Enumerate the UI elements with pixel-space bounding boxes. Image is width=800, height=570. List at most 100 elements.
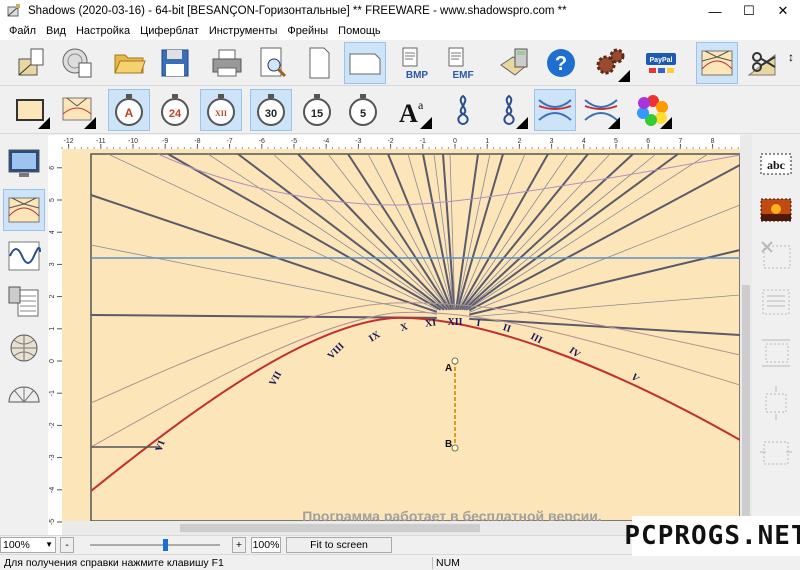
menu-tools[interactable]: Инструменты [204,25,283,37]
ruler-y-label: -4 [49,487,56,493]
clock-a-button[interactable]: A [108,89,150,131]
menu-bar: Файл Вид Настройка Циферблат Инструменты… [0,22,800,40]
analemma-icon [457,94,469,126]
wizard-button[interactable] [10,42,52,84]
print-button[interactable] [206,42,248,84]
scissors-icon [747,52,776,76]
analemma-button[interactable] [442,89,484,131]
zoom-out-button[interactable]: - [60,537,74,553]
help-button[interactable]: ? [540,42,582,84]
calculator-button[interactable] [494,42,536,84]
clock-15-button[interactable]: 15 [296,89,338,131]
ruler-y-label: 6 [49,166,56,170]
object-properties-button[interactable] [755,281,797,323]
table-calculator-icon [8,286,39,317]
close-button[interactable]: ✕ [766,0,800,22]
emf-file-icon: EMF [448,47,474,81]
tables-button[interactable] [3,281,45,323]
print-preview-button[interactable] [252,42,294,84]
maximize-button[interactable]: ☐ [732,0,766,22]
frame-button[interactable] [10,89,52,131]
declination-curves-icon [538,99,572,121]
cut-button[interactable] [742,42,784,84]
protractor-button[interactable] [3,373,45,415]
fit-to-screen-button[interactable]: Fit to screen [286,537,392,553]
minimize-button[interactable]: — [698,0,732,22]
colors-button[interactable] [632,89,674,131]
ruler-y-label: 0 [49,359,56,363]
settings-button[interactable] [590,42,632,84]
page-portrait-button[interactable] [298,42,340,84]
sphere-view-button[interactable] [3,327,45,369]
zoom-select[interactable]: 100% ▼ [0,537,56,553]
clock-5-button[interactable]: 5 [342,89,384,131]
declination-options-button[interactable] [580,89,622,131]
stopwatch-15-icon: 15 [303,94,331,126]
dial-view-button[interactable] [696,42,738,84]
dial-canvas[interactable]: -12 -11 -10 -9 -8 -7 -6 -5 -4 -3 -2 -1 0 1 2 3 4 5 6 7 8 654… [48,135,752,535]
svg-text:5: 5 [360,108,366,120]
vertical-scrollbar-thumb[interactable] [742,285,750,525]
ruler-x-label: -7 [226,138,232,145]
delete-object-button[interactable] [755,235,797,277]
new-dial-button[interactable] [56,42,98,84]
clock-xii-button[interactable]: XII [200,89,242,131]
align-vertical-button[interactable] [755,381,797,423]
frame-icon [16,99,44,121]
clock-30-button[interactable]: 30 [250,89,292,131]
declination-lines-button[interactable] [534,89,576,131]
point-b-marker[interactable] [451,444,459,452]
ruler-x-label: -10 [128,138,138,145]
ruler-x-label: -3 [355,138,361,145]
svg-text:30: 30 [265,108,277,120]
monitor-view-button[interactable] [3,143,45,185]
menu-frames[interactable]: Фрейны [282,25,333,37]
equation-of-time-button[interactable] [3,235,45,277]
menu-view[interactable]: Вид [41,25,71,37]
page-landscape-icon [349,53,381,75]
ruler-x-label: 0 [453,138,457,145]
menu-help[interactable]: Помощь [333,25,386,37]
center-object-button[interactable] [755,431,797,473]
zoom-slider[interactable] [90,539,220,551]
save-button[interactable] [154,42,196,84]
font-button[interactable]: Aa [392,89,434,131]
horizontal-scrollbar-thumb[interactable] [180,524,480,532]
ruler-x-label: -12 [64,138,74,145]
zoom-slider-knob[interactable] [163,539,168,551]
background-button[interactable] [56,89,98,131]
zoom-in-button[interactable]: + [232,537,246,553]
menu-dial[interactable]: Циферблат [135,25,204,37]
menu-file[interactable]: Файл [4,25,41,37]
open-button[interactable] [108,42,150,84]
ruler-y-label: 3 [49,262,56,266]
page-landscape-button[interactable] [344,42,386,84]
dial-drawing[interactable]: -12 -11 -10 -9 -8 -7 -6 -5 -4 -3 -2 -1 0 1 2 3 4 5 6 7 8 654… [48,135,752,535]
color-palette-icon [637,95,668,126]
calculator-icon [500,48,528,76]
add-image-button[interactable] [755,189,797,231]
vertical-scrollbar[interactable] [740,135,752,535]
num-lock-indicator: NUM [432,556,492,569]
align-horizontal-button[interactable] [755,331,797,373]
add-text-button[interactable]: abc [755,143,797,185]
point-a-label: A [445,363,452,374]
sine-wave-icon [8,241,41,271]
point-a-marker[interactable] [451,357,459,365]
hour-label: XI [424,317,437,329]
analemma-options-button[interactable] [488,89,530,131]
clock-24-button[interactable]: 24 [154,89,196,131]
resize-arrow-icon[interactable]: ↕ [788,50,794,64]
export-emf-button[interactable]: EMF [442,42,484,84]
list-box-icon [762,289,790,315]
emf-label: EMF [452,70,473,81]
vertical-ruler [48,135,62,535]
donate-button[interactable]: PayPal [640,42,682,84]
export-bmp-button[interactable]: BMP [396,42,438,84]
dial-background-icon [62,97,92,121]
horizontal-dial-icon [8,197,40,223]
menu-settings[interactable]: Настройка [71,25,135,37]
ruler-x-label: 4 [582,138,586,145]
horizontal-dial-button[interactable] [3,189,45,231]
svg-text:A: A [125,106,134,120]
